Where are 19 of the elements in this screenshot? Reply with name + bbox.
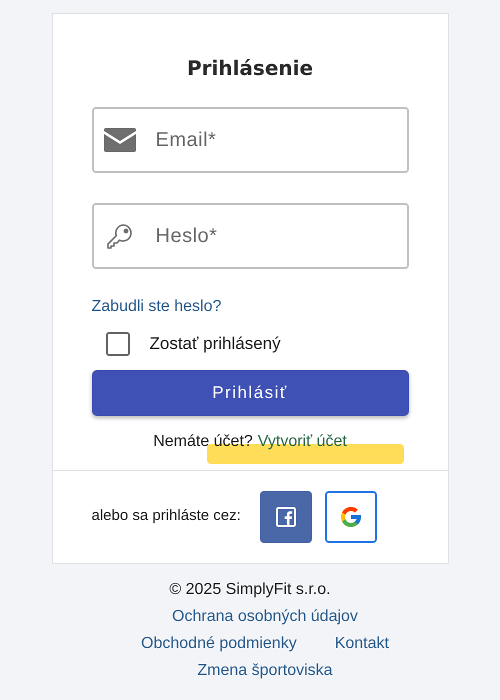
footer-link[interactable]: Zmena športoviska bbox=[197, 656, 333, 684]
footer-link[interactable]: Ochrana osobných údajov bbox=[172, 602, 358, 630]
email-field[interactable]: Email* bbox=[92, 107, 408, 173]
copyright-text: © 2025 SimplyFit s.r.o. bbox=[169, 580, 331, 600]
envelope-icon bbox=[104, 128, 136, 152]
key-icon bbox=[106, 222, 134, 250]
facebook-button[interactable] bbox=[260, 490, 312, 542]
footer-link[interactable]: Obchodné podmienky bbox=[141, 630, 297, 656]
remember-label: Zostať prihlásený bbox=[150, 333, 281, 355]
google-button[interactable] bbox=[324, 490, 377, 542]
forgot-password-link[interactable]: Zabudli ste heslo? bbox=[92, 295, 408, 319]
social-login-label: alebo sa prihláste cez: bbox=[92, 506, 241, 526]
google-icon bbox=[338, 504, 363, 528]
login-button[interactable]: Prihlásiť bbox=[92, 370, 408, 416]
footer-link[interactable]: Kontakt bbox=[334, 630, 389, 656]
facebook-icon bbox=[276, 506, 296, 526]
remember-checkbox[interactable] bbox=[106, 332, 130, 356]
password-field[interactable]: Heslo* bbox=[92, 203, 408, 269]
login-title: Prihlásenie bbox=[186, 55, 314, 82]
